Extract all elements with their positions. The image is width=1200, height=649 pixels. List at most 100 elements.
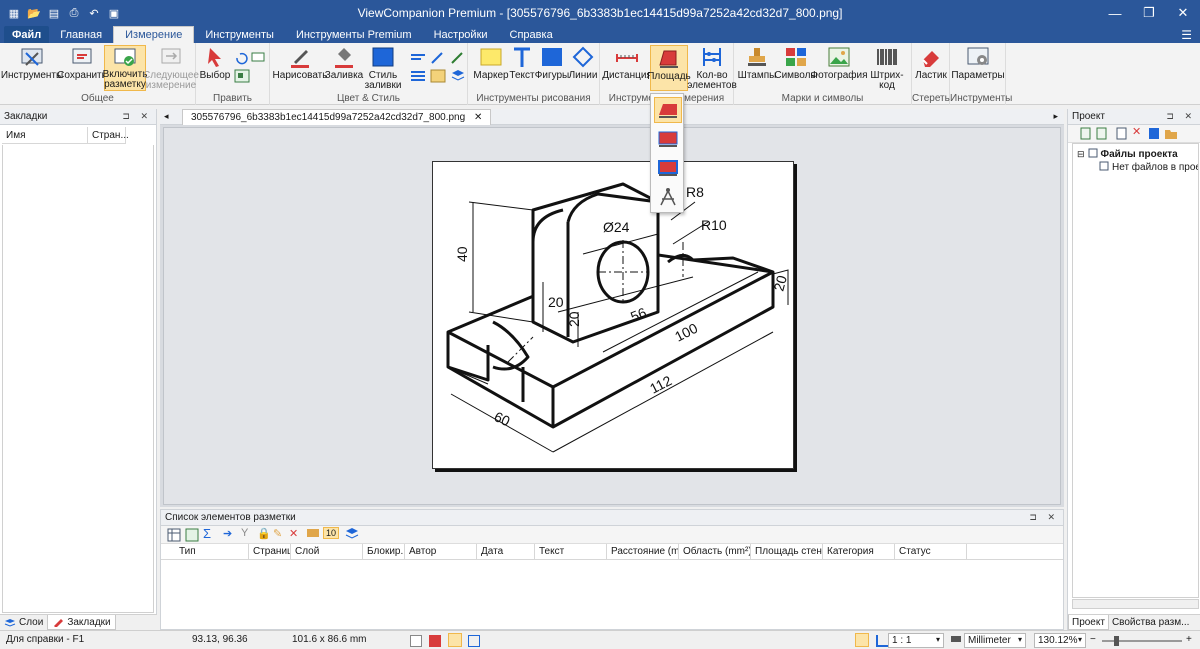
save-project-icon[interactable]	[1148, 127, 1160, 143]
horizontal-scrollbar[interactable]	[1072, 599, 1199, 609]
col-distance[interactable]: Расстояние (mm)	[607, 544, 679, 560]
col-layer[interactable]: Слой	[291, 544, 363, 560]
col-date[interactable]: Дата	[477, 544, 535, 560]
document-canvas[interactable]: Ø24 R8 R10 40 20 20 20 56 100 112 60	[163, 127, 1061, 505]
print-icon[interactable]: ⎙	[66, 5, 82, 21]
ribbon-options-icon[interactable]: ☰	[1181, 28, 1192, 42]
layers-icon[interactable]	[345, 527, 359, 544]
rotate-icon[interactable]	[234, 51, 250, 65]
col-category[interactable]: Категория	[823, 544, 895, 560]
drawing-page[interactable]: Ø24 R8 R10 40 20 20 20 56 100 112 60	[432, 161, 794, 469]
instruments-button[interactable]: Инструменты	[1, 45, 63, 81]
tab-file[interactable]: Файл	[4, 26, 50, 43]
area-wall-option[interactable]	[654, 155, 682, 181]
tab-bookmarks[interactable]: Закладки	[47, 615, 116, 630]
barcode-button[interactable]: Штрих-код	[864, 45, 910, 91]
minimize-button[interactable]: —	[1098, 0, 1132, 26]
panel-pin-close-icons[interactable]: ⊐ ✕	[1029, 512, 1059, 523]
tab-tools-premium[interactable]: Инструменты Premium	[285, 26, 423, 43]
export-icon[interactable]	[185, 528, 199, 545]
maximize-button[interactable]: ❐	[1132, 0, 1166, 26]
add-folder-icon[interactable]	[1096, 127, 1108, 143]
tab-measure[interactable]: Измерение	[113, 26, 195, 43]
panel-pin-close-icons[interactable]: ⊐ ✕	[1166, 111, 1196, 122]
col-status[interactable]: Статус	[895, 544, 967, 560]
save-icon[interactable]: ▤	[46, 5, 62, 21]
enable-markup-button[interactable]: Включить разметку	[103, 45, 147, 91]
view-icon[interactable]	[410, 635, 422, 647]
zoom-in-icon[interactable]: +	[1186, 634, 1192, 645]
col-text[interactable]: Текст	[535, 544, 607, 560]
stamps-button[interactable]: Штампы	[738, 45, 776, 81]
zoom-icon[interactable]	[447, 633, 462, 647]
line-weight-icon[interactable]	[410, 69, 426, 83]
eyedropper-icon[interactable]	[430, 51, 446, 65]
snap-icon[interactable]	[855, 633, 869, 647]
draw-button[interactable]: Нарисовать	[273, 45, 327, 81]
open-icon[interactable]: 📂	[26, 5, 42, 21]
panel-pin-close-icons[interactable]: ⊐ ✕	[122, 111, 152, 122]
delete-icon[interactable]: ✕	[289, 527, 298, 540]
remove-icon[interactable]: ✕	[1132, 125, 1141, 138]
open-folder-icon[interactable]	[1164, 127, 1178, 143]
col-locked[interactable]: Блокир...	[363, 544, 405, 560]
tab-scroll-left-icon[interactable]: ◂	[164, 111, 169, 122]
tab-project[interactable]: Проект	[1068, 615, 1109, 630]
col-page[interactable]: Страница	[249, 544, 291, 560]
table-icon[interactable]	[167, 528, 181, 545]
photo-button[interactable]: Фотография	[811, 45, 868, 81]
area-compass-option[interactable]	[654, 184, 682, 210]
tab-settings[interactable]: Настройки	[423, 26, 499, 43]
tab-markup-properties[interactable]: Свойства разм...	[1109, 615, 1193, 630]
tab-help[interactable]: Справка	[499, 26, 564, 43]
marker-button[interactable]: Маркер	[473, 45, 509, 81]
arrow-right-icon[interactable]: ➔	[223, 527, 232, 540]
group-objects-icon[interactable]	[234, 69, 250, 83]
line-style-icon[interactable]	[410, 51, 426, 65]
tab-scroll-right-icon[interactable]: ▸	[1053, 111, 1058, 122]
lines-button[interactable]: Линии	[568, 45, 598, 81]
zoom-select[interactable]: 130.12% ▾	[1034, 633, 1086, 648]
fill-button[interactable]: Заливка	[325, 45, 363, 81]
comment-icon[interactable]	[250, 51, 266, 65]
params-button[interactable]: Параметры	[951, 45, 1005, 81]
zoom-out-icon[interactable]: −	[1090, 634, 1096, 645]
ortho-icon[interactable]	[875, 635, 888, 647]
tree-root[interactable]: ⊟ Файлы проекта	[1077, 148, 1178, 161]
col-wall-area[interactable]: Площадь стены...	[751, 544, 823, 560]
filter-icon[interactable]: Y	[241, 527, 248, 539]
lock-icon[interactable]: 🔒	[257, 527, 271, 540]
page-count-badge[interactable]: 10	[323, 527, 340, 539]
pattern-icon[interactable]	[430, 69, 446, 83]
select-button[interactable]: Выбор	[200, 45, 230, 81]
document-tab[interactable]: 305576796_6b3383b1ec14415d99a7252a42cd32…	[182, 109, 492, 125]
collapse-icon[interactable]: ⊟	[1077, 149, 1085, 160]
area-button[interactable]: Площадь	[647, 45, 691, 91]
tree-empty-item[interactable]: Нет файлов в проекте	[1099, 161, 1198, 174]
edit-icon[interactable]: ✎	[273, 527, 282, 540]
sum-icon[interactable]: Σ	[203, 526, 211, 541]
zoom-slider-thumb[interactable]	[1114, 636, 1119, 646]
col-area[interactable]: Область (mm²)	[679, 544, 751, 560]
eraser-button[interactable]: Ластик	[914, 45, 948, 81]
fit-icon[interactable]	[468, 635, 481, 647]
save-button[interactable]: Сохранить	[57, 45, 107, 81]
column-header-page[interactable]: Стран...	[88, 127, 129, 144]
close-button[interactable]: ✕	[1166, 0, 1200, 26]
tab-tools[interactable]: Инструменты	[194, 26, 285, 43]
area-rectangle-option[interactable]	[654, 126, 682, 152]
pdf-status-icon[interactable]	[428, 635, 441, 647]
column-header-name[interactable]: Имя	[2, 127, 88, 144]
layers-icon[interactable]	[450, 69, 466, 83]
undo-icon[interactable]: ↶	[86, 5, 102, 21]
scale-select[interactable]: 1 : 1 ▾	[888, 633, 944, 648]
tag-icon[interactable]	[307, 529, 319, 537]
next-measure-button[interactable]: Следующее измерение	[143, 45, 199, 91]
close-tab-icon[interactable]: ✕	[474, 112, 482, 123]
text-button[interactable]: Текст	[508, 45, 536, 81]
area-polygon-option[interactable]	[654, 97, 682, 123]
add-file-icon[interactable]	[1080, 127, 1092, 143]
copy-icon[interactable]	[1116, 127, 1128, 143]
pdf-icon[interactable]: ▣	[106, 5, 122, 21]
col-author[interactable]: Автор	[405, 544, 477, 560]
